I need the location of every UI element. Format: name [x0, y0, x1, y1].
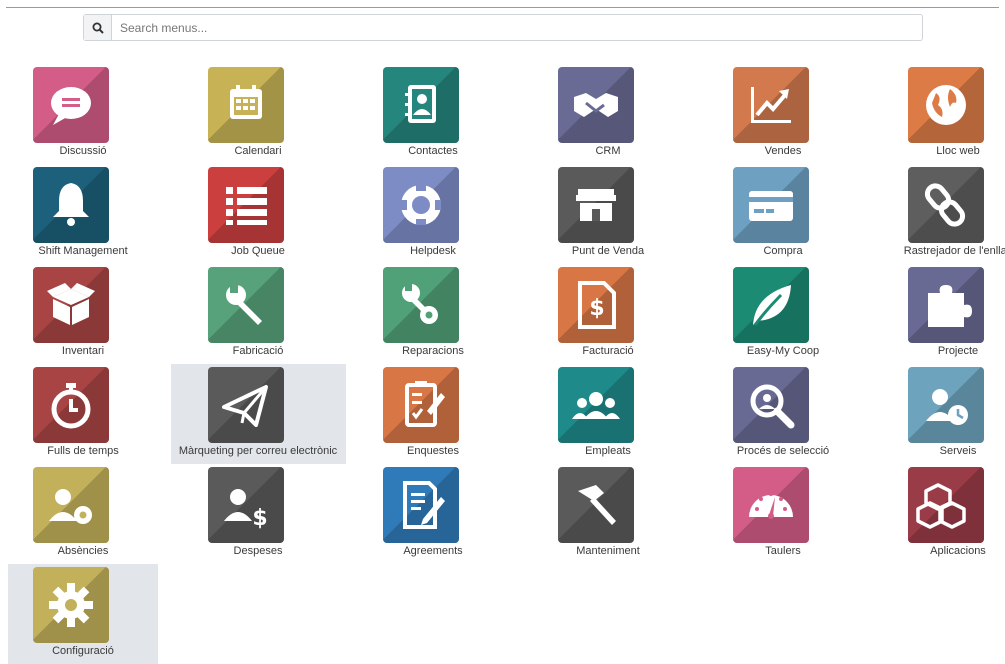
search-input[interactable]: [112, 15, 928, 40]
app-label: Fabricació: [232, 345, 284, 357]
app-label: Taulers: [765, 545, 801, 557]
app-label: Vendes: [764, 145, 802, 157]
app-label: Procés de selecció: [736, 445, 830, 457]
app-label: Agreements: [403, 545, 463, 557]
user-dollar-icon: $: [208, 467, 284, 543]
document-pen-icon: [383, 467, 459, 543]
app-crm[interactable]: CRM: [533, 64, 683, 164]
app-fulls-de-temps[interactable]: Fulls de temps: [8, 364, 158, 464]
app-label: Inventari: [61, 345, 105, 357]
user-gear-icon: [33, 467, 109, 543]
wrench-icon: [208, 267, 284, 343]
paper-plane-icon: [208, 367, 284, 443]
app-proc-s-de-selecci-[interactable]: Procés de selecció: [708, 364, 858, 464]
app-label: Punt de Venda: [571, 245, 645, 257]
box-icon: [33, 267, 109, 343]
handshake-icon: [558, 67, 634, 143]
app-abs-ncies[interactable]: Absències: [8, 464, 158, 564]
app-label: Reparacions: [402, 345, 464, 357]
app-label: Serveis: [939, 445, 977, 457]
calendar-icon: [208, 67, 284, 143]
cubes-icon: [908, 467, 984, 543]
app-label: Facturació: [582, 345, 634, 357]
magnifier-icon: [733, 367, 809, 443]
app-label: Helpdesk: [410, 245, 456, 257]
app-label: Easy-My Coop: [746, 345, 820, 357]
app-label: Absències: [57, 545, 109, 557]
app-label: Enquestes: [407, 445, 459, 457]
bell-icon: [33, 167, 109, 243]
app-calendari[interactable]: Calendari: [183, 64, 333, 164]
search-bar: [83, 14, 928, 41]
app-label: Compra: [763, 245, 803, 257]
app-aplicacions[interactable]: Aplicacions: [883, 464, 1005, 564]
app-enquestes[interactable]: Enquestes: [358, 364, 508, 464]
app-label: Despeses: [233, 545, 283, 557]
app-configuraci-[interactable]: Configuració: [8, 564, 158, 664]
globe-icon: [908, 67, 984, 143]
app-label: Job Queue: [231, 245, 285, 257]
app-contactes[interactable]: Contactes: [358, 64, 508, 164]
app-reparacions[interactable]: Reparacions: [358, 264, 508, 364]
app-label: Màrqueting per correu electrònic: [178, 445, 338, 457]
app-label: CRM: [595, 145, 621, 157]
app-manteniment[interactable]: Manteniment: [533, 464, 683, 564]
app-label: Shift Management: [38, 245, 128, 257]
app-job-queue[interactable]: Job Queue: [183, 164, 333, 264]
app-projecte[interactable]: Projecte: [883, 264, 1005, 364]
app-despeses[interactable]: $ Despeses: [183, 464, 333, 564]
search-icon[interactable]: [84, 15, 112, 40]
app-fabricaci-[interactable]: Fabricació: [183, 264, 333, 364]
app-helpdesk[interactable]: Helpdesk: [358, 164, 508, 264]
stopwatch-icon: [33, 367, 109, 443]
app-empleats[interactable]: Empleats: [533, 364, 683, 464]
svg-text:$: $: [589, 296, 604, 321]
chat-bubble-icon: [33, 67, 109, 143]
app-facturaci-[interactable]: $ Facturació: [533, 264, 683, 364]
app-label: Empleats: [585, 445, 631, 457]
wrench-gear-icon: [383, 267, 459, 343]
gauge-icon: [733, 467, 809, 543]
app-serveis[interactable]: Serveis: [883, 364, 1005, 464]
app-label: Contactes: [408, 145, 458, 157]
app-easy-my-coop[interactable]: Easy-My Coop: [708, 264, 858, 364]
address-book-icon: [383, 67, 459, 143]
app-inventari[interactable]: Inventari: [8, 264, 158, 364]
app-m-rqueting-per-correu-electr-nic[interactable]: Màrqueting per correu electrònic: [171, 364, 346, 464]
store-icon: [558, 167, 634, 243]
app-label: Fulls de temps: [47, 445, 119, 457]
app-label: Rastrejador de l'enllaç: [903, 245, 1005, 257]
app-label: Calendari: [234, 145, 282, 157]
gear-icon: [33, 567, 109, 643]
svg-text:$: $: [252, 506, 267, 531]
invoice-icon: $: [558, 267, 634, 343]
app-taulers[interactable]: Taulers: [708, 464, 858, 564]
app-punt-de-venda[interactable]: Punt de Venda: [533, 164, 683, 264]
app-shift-management[interactable]: Shift Management: [8, 164, 158, 264]
users-icon: [558, 367, 634, 443]
clipboard-check-icon: [383, 367, 459, 443]
leaf-icon: [733, 267, 809, 343]
credit-card-icon: [733, 167, 809, 243]
link-icon: [908, 167, 984, 243]
app-compra[interactable]: Compra: [708, 164, 858, 264]
line-chart-icon: [733, 67, 809, 143]
app-agreements[interactable]: Agreements: [358, 464, 508, 564]
app-rastrejador-de-l-enlla-[interactable]: Rastrejador de l'enllaç: [883, 164, 1005, 264]
hammer-icon: [558, 467, 634, 543]
life-ring-icon: [383, 167, 459, 243]
puzzle-icon: [908, 267, 984, 343]
list-icon: [208, 167, 284, 243]
app-vendes[interactable]: Vendes: [708, 64, 858, 164]
app-discussi-[interactable]: Discussió: [8, 64, 158, 164]
app-label: Aplicacions: [930, 545, 986, 557]
app-label: Manteniment: [576, 545, 640, 557]
app-label: Lloc web: [936, 145, 980, 157]
app-label: Projecte: [937, 345, 979, 357]
app-label: Configuració: [52, 645, 114, 657]
user-clock-icon: [908, 367, 984, 443]
app-lloc-web[interactable]: Lloc web: [883, 64, 1005, 164]
app-label: Discussió: [59, 145, 107, 157]
top-divider: [6, 7, 999, 8]
